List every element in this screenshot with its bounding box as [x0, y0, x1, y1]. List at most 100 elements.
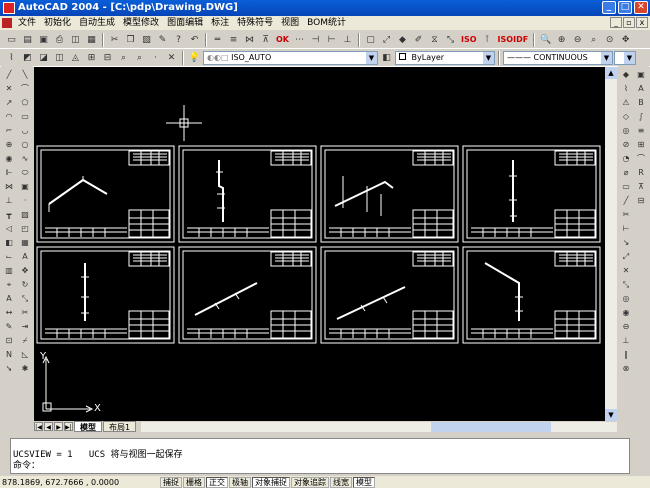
edit-spline-icon[interactable]: ⌒ [634, 152, 648, 165]
tag-icon[interactable]: ⊡ [2, 334, 16, 347]
iso-idf-button-1[interactable]: ISO [459, 32, 479, 47]
otrack-toggle[interactable]: 对象追踪 [291, 476, 329, 488]
erase-icon[interactable]: ◆ [619, 68, 633, 81]
edit-text-icon[interactable]: A [634, 82, 648, 95]
snap-int-icon[interactable]: ✕ [619, 264, 633, 277]
horizontal-scroll-thumb[interactable] [431, 421, 552, 432]
valve-icon[interactable]: ⋈ [2, 180, 16, 193]
pipe-tool-2-icon[interactable]: ≡ [226, 32, 241, 47]
doc-minimize-button[interactable]: _ [610, 17, 622, 28]
line2-icon[interactable]: ╲ [18, 68, 32, 81]
model-toggle[interactable]: 模型 [353, 476, 375, 488]
color-combo[interactable]: ByLayer ▼ [395, 50, 495, 65]
properties-icon[interactable]: ▣ [634, 68, 648, 81]
snap-parallel-icon[interactable]: ∥ [619, 348, 633, 361]
edit-hatch-icon[interactable]: ⊞ [634, 138, 648, 151]
mirror2-icon[interactable]: ⚠ [619, 96, 633, 109]
arrow-icon[interactable]: ➘ [2, 362, 16, 375]
mirror-icon[interactable]: ⧖ [427, 32, 442, 47]
line-icon[interactable]: ╱ [2, 68, 16, 81]
grip-2-icon[interactable]: ◪ [36, 50, 51, 65]
zoom-window-icon[interactable]: ⊕ [554, 32, 569, 47]
help-icon[interactable]: ? [171, 32, 186, 47]
rectangle-icon[interactable]: ▭ [18, 110, 32, 123]
explode-icon[interactable]: ✱ [18, 362, 32, 375]
extend2-icon[interactable]: ⊢ [619, 222, 633, 235]
menu-model-modify[interactable]: 模型修改 [119, 16, 163, 30]
snap-perp-icon[interactable]: ⊥ [619, 334, 633, 347]
menu-view[interactable]: 视图 [277, 16, 303, 30]
text-icon[interactable]: A [2, 292, 16, 305]
doc-restore-button[interactable]: ▫ [623, 17, 635, 28]
menu-drawing-edit[interactable]: 图面编辑 [163, 16, 207, 30]
command-prompt[interactable]: 命令： [11, 461, 629, 472]
undo-icon[interactable]: ↶ [187, 32, 202, 47]
last-tab-icon[interactable]: ▶| [64, 422, 73, 431]
paste-icon[interactable]: ▧ [139, 32, 154, 47]
print-icon[interactable]: ⎙ [52, 32, 67, 47]
pipe-tool-6-icon[interactable]: ⊣ [308, 32, 323, 47]
frame-icon[interactable]: ▢ [363, 32, 378, 47]
doc-close-button[interactable]: x [636, 17, 648, 28]
search-1-icon[interactable]: ⌕ [116, 50, 131, 65]
publish-icon[interactable]: ▦ [84, 32, 99, 47]
tee-icon[interactable]: ┳ [2, 208, 16, 221]
pen-icon[interactable]: ✐ [411, 32, 426, 47]
break-icon[interactable]: ⌿ [18, 334, 32, 347]
chamfer-icon[interactable]: ◺ [18, 348, 32, 361]
support-icon[interactable]: ⊥ [2, 194, 16, 207]
snap-quad-icon[interactable]: ◉ [619, 306, 633, 319]
ok-button[interactable]: OK [274, 32, 291, 47]
table-icon[interactable]: ▦ [18, 236, 32, 249]
match-properties-icon[interactable]: ✎ [155, 32, 170, 47]
zoom-all-icon[interactable]: ⊙ [602, 32, 617, 47]
chevron-down-icon[interactable]: ▼ [483, 51, 494, 64]
stretch2-icon[interactable]: ▭ [619, 180, 633, 193]
maximize-button[interactable]: □ [618, 1, 632, 14]
insert-icon[interactable]: ⊕ [2, 138, 16, 151]
hatch-icon[interactable]: ▨ [18, 208, 32, 221]
scale2-icon[interactable]: ⌀ [619, 166, 633, 179]
dot-icon[interactable]: · [148, 50, 163, 65]
polygon-icon[interactable]: ⬠ [18, 96, 32, 109]
arc2-icon[interactable]: ◡ [18, 124, 32, 137]
stretch-icon[interactable]: ⤢ [379, 32, 394, 47]
scroll-up-icon[interactable]: ▲ [605, 67, 617, 79]
circle-icon[interactable]: ○ [18, 138, 32, 151]
rotate-icon[interactable]: ↻ [18, 278, 32, 291]
menu-file[interactable]: 文件 [14, 16, 40, 30]
snap-tan-icon[interactable]: ⊖ [619, 320, 633, 333]
preview-icon[interactable]: ◫ [68, 32, 83, 47]
polyline2-icon[interactable]: ⌒ [18, 82, 32, 95]
list-icon[interactable]: ⊟ [634, 194, 648, 207]
next-tab-icon[interactable]: ▶ [54, 422, 63, 431]
spline-icon[interactable]: ∿ [18, 152, 32, 165]
pipe-tool-9-icon[interactable]: ⊺ [480, 32, 495, 47]
snap-center-icon[interactable]: ◎ [619, 292, 633, 305]
move-icon[interactable]: ✥ [18, 264, 32, 277]
grip-6-icon[interactable]: ⊟ [100, 50, 115, 65]
snap-end-icon[interactable]: ↘ [619, 236, 633, 249]
zoom-realtime-icon[interactable]: 🔍 [538, 32, 553, 47]
region-icon[interactable]: ◰ [18, 222, 32, 235]
array-icon[interactable]: ◎ [619, 124, 633, 137]
weld-icon[interactable]: ◉ [2, 152, 16, 165]
lineweight-toggle[interactable]: 线宽 [330, 476, 352, 488]
edit-pline-icon[interactable]: ∫ [634, 110, 648, 123]
cross-icon[interactable]: ✕ [164, 50, 179, 65]
scale-icon[interactable]: ⤡ [18, 292, 32, 305]
grip-4-icon[interactable]: ◬ [68, 50, 83, 65]
ellipse-icon[interactable]: ⬭ [18, 166, 32, 179]
menu-bom[interactable]: BOM统计 [303, 16, 350, 30]
command-window[interactable]: UCSVIEW = 1 UCS 将与视图一起保存 命令： [10, 438, 630, 474]
dimension-icon[interactable]: ↔ [2, 306, 16, 319]
linetype-combo[interactable]: ——— CONTINUOUS ▼ [503, 50, 613, 65]
rotate2-icon[interactable]: ◔ [619, 152, 633, 165]
save-icon[interactable]: ▣ [36, 32, 51, 47]
construction-line-icon[interactable]: ✕ [2, 82, 16, 95]
layer-manager-icon[interactable]: 💡 [187, 50, 202, 65]
reducer-icon[interactable]: ◁ [2, 222, 16, 235]
cap-icon[interactable]: ◧ [2, 236, 16, 249]
iso-idf-button-2[interactable]: ISO IDF [496, 32, 531, 47]
block-icon[interactable]: ▣ [18, 180, 32, 193]
